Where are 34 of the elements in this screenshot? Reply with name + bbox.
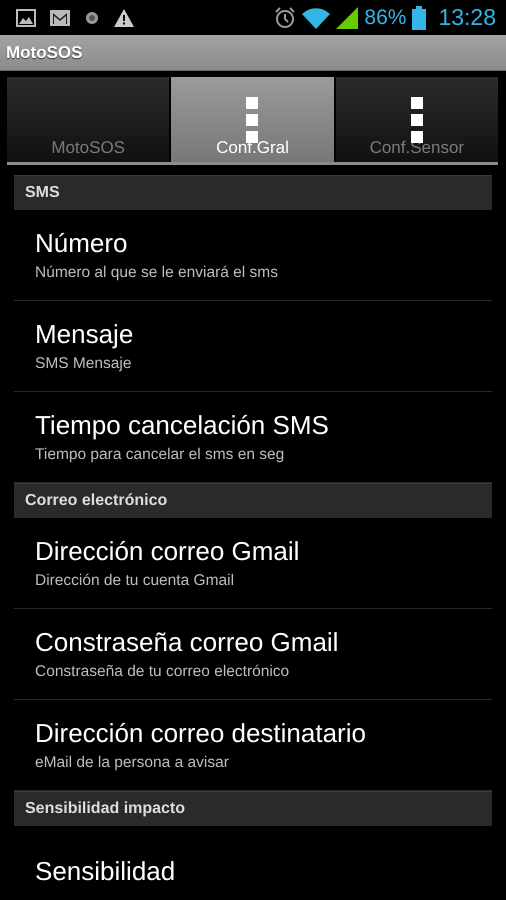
item-summary: Constraseña de tu correo electrónico (35, 663, 290, 681)
preference-item[interactable]: Dirección correo Gmail Dirección de tu cuenta Gmail (14, 518, 492, 609)
item-title: Mensaje (35, 319, 134, 350)
clock-time: 13:28 (438, 4, 496, 31)
item-title: Tiempo cancelación SMS (35, 410, 330, 441)
warning-icon (114, 8, 134, 26)
item-title: Número (35, 228, 128, 259)
item-summary: Tiempo para cancelar el sms en seg (35, 446, 286, 464)
signal-icon (336, 6, 358, 28)
preference-item[interactable]: Constraseña correo Gmail Constraseña de tu correo electrónico (14, 609, 492, 700)
section-header: Correo electrónico (14, 483, 492, 518)
item-summary: eMail de la persona a avisar (35, 754, 230, 772)
item-summary: Dirección de tu cuenta Gmail (35, 572, 236, 590)
item-title: Sensibilidad (35, 856, 176, 886)
section-header: Sensibilidad impacto (14, 791, 492, 826)
tab[interactable]: Conf.Sensor (336, 77, 498, 162)
item-title: Constraseña correo Gmail (35, 627, 340, 658)
picture-icon (16, 8, 36, 26)
battery-icon (412, 6, 426, 30)
preference-item[interactable]: Mensaje SMS Mensaje (14, 301, 492, 392)
alarm-clock-icon (274, 6, 296, 28)
item-title: Dirección correo destinatario (35, 718, 367, 749)
wifi-icon (302, 6, 330, 28)
battery-percent: 86% (364, 6, 406, 30)
mail-icon (50, 10, 70, 26)
app-title: MotoSOS (6, 42, 82, 62)
tab[interactable]: Conf.Gral (171, 77, 334, 162)
preference-item[interactable]: Sensibilidad (14, 826, 492, 900)
item-summary: Número al que se le enviará el sms (35, 264, 279, 282)
item-title: Dirección correo Gmail (35, 536, 300, 567)
item-summary: SMS Mensaje (35, 355, 132, 373)
section-header: SMS (14, 175, 492, 210)
tab[interactable]: MotoSOS (7, 77, 170, 162)
preference-item[interactable]: Número Número al que se le enviará el sms (14, 210, 492, 301)
